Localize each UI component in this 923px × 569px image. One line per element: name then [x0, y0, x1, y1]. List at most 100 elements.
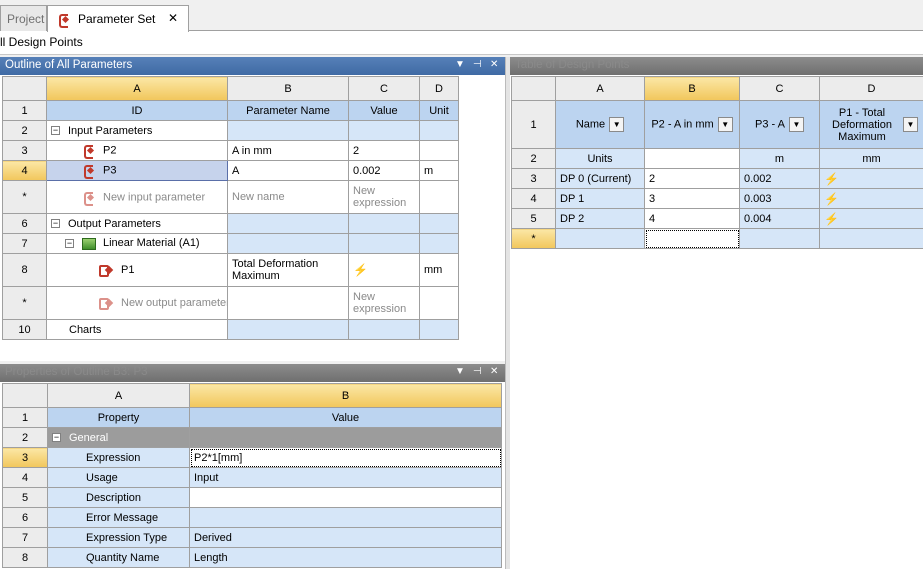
collapse-icon[interactable]: −: [51, 219, 60, 229]
dp-p2-value[interactable]: 4: [644, 208, 740, 229]
tab-project-label: Project: [7, 11, 45, 26]
cell: [227, 213, 349, 234]
column-header-d[interactable]: D: [419, 76, 459, 101]
column-header-a[interactable]: A: [555, 76, 645, 101]
new-output-parameter[interactable]: New output parameter: [46, 286, 228, 320]
parameter-p2-unit[interactable]: [419, 140, 459, 161]
new-output-expression-field[interactable]: New expression: [348, 286, 420, 320]
cell: [227, 319, 349, 340]
parameter-p3-value[interactable]: 0.002: [348, 160, 420, 181]
new-dp-p2-value[interactable]: [644, 228, 740, 249]
cell: [189, 427, 502, 448]
expression-value[interactable]: P2*1[mm]: [189, 447, 502, 468]
close-icon[interactable]: ✕: [490, 59, 498, 70]
p2-header[interactable]: P2 - A in mm ▼: [644, 100, 740, 149]
column-header-d[interactable]: D: [819, 76, 923, 101]
name-header[interactable]: Name ▼: [555, 100, 645, 149]
panel-menu-icon[interactable]: ▼: [455, 59, 465, 70]
input-parameters-group[interactable]: − Input Parameters: [46, 120, 228, 141]
error-message-value: [189, 507, 502, 528]
column-header-b[interactable]: B: [227, 76, 349, 101]
dp-name[interactable]: DP 1: [555, 188, 645, 209]
dropdown-icon[interactable]: ▼: [609, 117, 625, 132]
general-group[interactable]: − General: [47, 427, 190, 448]
dropdown-icon[interactable]: ▼: [903, 117, 918, 132]
dp-name[interactable]: DP 0 (Current): [555, 168, 645, 189]
output-parameter-icon: [99, 297, 113, 311]
new-input-parameter[interactable]: New input parameter: [46, 180, 228, 214]
close-icon[interactable]: ✕: [168, 11, 178, 25]
new-output-text: New output parameter: [121, 296, 228, 309]
outline-panel: A B C D 1 ID Parameter Name Value Unit 2…: [0, 75, 505, 361]
pin-icon[interactable]: ⊣: [473, 366, 482, 377]
row-header: 1: [2, 100, 47, 121]
parameter-p3-id[interactable]: P3: [46, 160, 228, 181]
properties-table: A B 1 Property Value 2 − General 3 Expres…: [2, 383, 502, 568]
row-header: 4: [511, 188, 556, 209]
outline-table: A B C D 1 ID Parameter Name Value Unit 2…: [2, 76, 459, 340]
description-property: Description: [47, 487, 190, 508]
dropdown-icon[interactable]: ▼: [788, 117, 804, 132]
corner-cell: [511, 76, 556, 101]
p1-id-text: P1: [121, 263, 135, 276]
description-value[interactable]: [189, 487, 502, 508]
properties-panel-title: Properties of Outline B3: P3 ▼ ⊣ ✕: [0, 364, 505, 382]
parameter-p1-name[interactable]: Total Deformation Maximum: [227, 253, 349, 287]
column-header-a[interactable]: A: [47, 383, 190, 408]
panel-menu-icon[interactable]: ▼: [455, 366, 465, 377]
output-parameter-icon: [99, 264, 113, 278]
collapse-icon[interactable]: −: [52, 433, 61, 443]
tab-parameter-set[interactable]: Parameter Set ✕: [47, 5, 189, 32]
input-parameter-icon: [83, 164, 95, 179]
row-header: 7: [2, 233, 47, 254]
cell: [419, 213, 459, 234]
new-dp-name[interactable]: [555, 228, 645, 249]
cell: [419, 180, 459, 214]
column-header-b[interactable]: B: [644, 76, 740, 101]
property-header: Property: [47, 407, 190, 428]
parameter-p2-name[interactable]: A in mm: [227, 140, 349, 161]
parameter-name-header: Parameter Name: [227, 100, 349, 121]
charts-item[interactable]: Charts: [46, 319, 228, 340]
parameter-p2-id[interactable]: P2: [46, 140, 228, 161]
dp-p2-value[interactable]: 3: [644, 188, 740, 209]
row-header: 2: [511, 148, 556, 169]
unit-header: Unit: [419, 100, 459, 121]
material-group[interactable]: − Linear Material (A1): [46, 233, 228, 254]
collapse-icon[interactable]: −: [51, 126, 60, 136]
parameter-p3-name[interactable]: A: [227, 160, 349, 181]
parameter-p2-value[interactable]: 2: [348, 140, 420, 161]
cell: [227, 286, 349, 320]
cell: [419, 233, 459, 254]
properties-title-text: Properties of Outline B3: P3: [5, 366, 148, 378]
column-header-c[interactable]: C: [348, 76, 420, 101]
p1-header[interactable]: P1 - Total Deformation Maximum ▼: [819, 100, 923, 149]
pin-icon[interactable]: ⊣: [473, 59, 482, 70]
p3-header[interactable]: P3 - A ▼: [739, 100, 820, 149]
output-parameters-group[interactable]: − Output Parameters: [46, 213, 228, 234]
dp-p1-value: ⚡: [819, 188, 923, 209]
close-icon[interactable]: ✕: [490, 366, 498, 377]
column-header-b[interactable]: B: [189, 383, 502, 408]
dp-p2-value[interactable]: 2: [644, 168, 740, 189]
new-expression-field[interactable]: New expression: [348, 180, 420, 214]
collapse-icon[interactable]: −: [65, 239, 74, 249]
dp-name[interactable]: DP 2: [555, 208, 645, 229]
row-header: *: [2, 180, 47, 214]
row-header: 8: [2, 253, 47, 287]
row-header: 4: [2, 160, 47, 181]
column-header-a[interactable]: A: [46, 76, 228, 101]
new-name-field[interactable]: New name: [227, 180, 349, 214]
parameter-p1-unit: mm: [419, 253, 459, 287]
tab-project[interactable]: Project: [0, 5, 47, 31]
parameter-p1-id[interactable]: P1: [46, 253, 228, 287]
row-header: 3: [511, 168, 556, 189]
parameter-p3-unit[interactable]: m: [419, 160, 459, 181]
dropdown-icon[interactable]: ▼: [717, 117, 733, 132]
input-parameter-icon: [83, 144, 95, 159]
id-header: ID: [46, 100, 228, 121]
units-p3: m: [739, 148, 820, 169]
error-message-property: Error Message: [47, 507, 190, 528]
column-header-c[interactable]: C: [739, 76, 820, 101]
all-design-points-button[interactable]: ll Design Points: [0, 35, 83, 49]
